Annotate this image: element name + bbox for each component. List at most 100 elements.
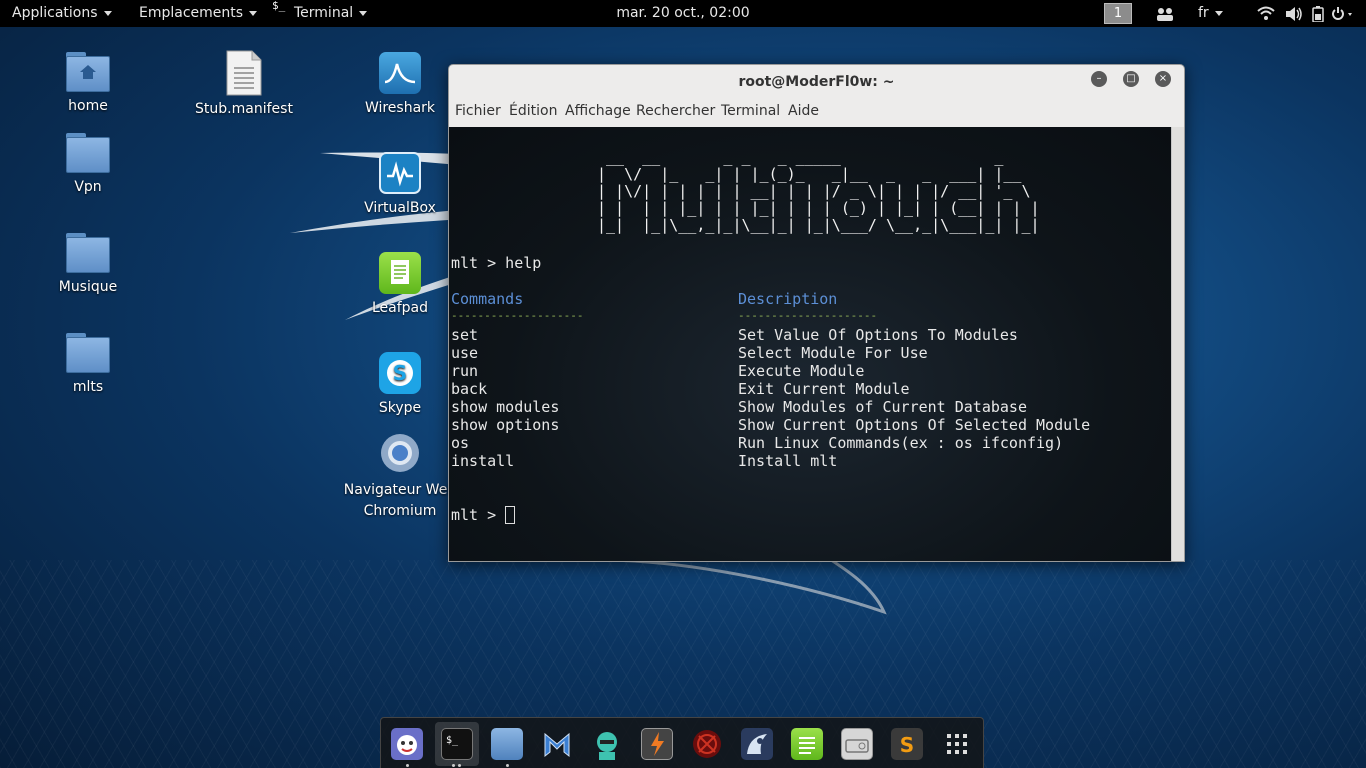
command-name: back — [451, 380, 488, 398]
desktop-icon-vpn[interactable]: Vpn — [23, 133, 153, 198]
terminal-scrollbar[interactable] — [1171, 127, 1184, 561]
menu-fichier[interactable]: Fichier — [455, 103, 501, 119]
prompt-help: mlt > help — [451, 254, 542, 272]
chevron-down-icon — [103, 10, 112, 16]
battery-icon[interactable] — [1312, 6, 1326, 22]
desktop-icon-virtualbox[interactable]: VirtualBox — [335, 152, 465, 219]
menu-edition[interactable]: Édition — [509, 103, 557, 119]
top-panel: Applications Emplacements $_ Terminal mar… — [0, 0, 1366, 27]
maltego-icon[interactable] — [741, 728, 773, 760]
header-commands: Commands — [451, 290, 524, 308]
desktop-icon-label: Vpn — [74, 179, 102, 195]
virtualbox-icon — [379, 152, 421, 194]
desktop-icon-label-line1: Navigateur Web — [343, 482, 457, 498]
svg-text:S: S — [393, 361, 407, 385]
command-description: Run Linux Commands(ex : os ifconfig) — [738, 434, 1064, 452]
volume-icon[interactable] — [1285, 6, 1303, 22]
folder-icon — [66, 333, 110, 373]
desktop-icon-label: Stub.manifest — [195, 101, 293, 117]
workspace-indicator[interactable]: 1 — [1104, 3, 1132, 24]
svg-text:S: S — [900, 733, 914, 757]
command-description: Exit Current Module — [738, 380, 910, 398]
places-menu[interactable]: Emplacements — [139, 0, 258, 27]
wireshark-icon — [379, 52, 421, 94]
metasploit-icon[interactable] — [541, 728, 573, 760]
burpsuite-icon[interactable] — [641, 728, 673, 760]
leafpad-icon — [379, 252, 421, 294]
dashes-right: --------------------- — [738, 309, 878, 322]
desktop-icon-label: mlts — [72, 379, 104, 395]
faraday-icon[interactable] — [691, 728, 723, 760]
command-name: set — [451, 326, 479, 344]
clock[interactable]: mar. 20 oct., 02:00 — [616, 5, 749, 21]
maximize-button[interactable]: □ — [1123, 71, 1139, 87]
prompt-text: mlt > — [451, 506, 506, 524]
applications-label: Applications — [12, 5, 98, 21]
chevron-down-icon — [359, 10, 368, 16]
terminal-icon: $_ — [272, 0, 286, 12]
banner-line: __ __ _ _ _ _____ _ — [597, 148, 1049, 166]
desktop-icon-label: home — [68, 98, 108, 114]
chevron-down-icon — [1214, 10, 1223, 16]
close-button[interactable]: × — [1155, 71, 1171, 87]
desktop-icon-stub-manifest[interactable]: Stub.manifest — [179, 50, 309, 120]
command-name: show modules — [451, 398, 560, 416]
command-description: Execute Module — [738, 362, 865, 380]
desktop-icon-home[interactable]: home — [23, 52, 153, 117]
running-indicator — [406, 764, 409, 767]
desktop-icon-wireshark[interactable]: Wireshark — [335, 52, 465, 119]
language-selector[interactable]: fr — [1198, 0, 1223, 27]
wifi-icon[interactable] — [1257, 6, 1275, 22]
files-icon[interactable] — [491, 728, 523, 760]
desktop-icon-leafpad[interactable]: Leafpad — [335, 252, 465, 319]
armitage-icon[interactable] — [591, 728, 623, 760]
desktop-icon-label: Navigateur Web Chromium — [335, 480, 465, 522]
command-description: Select Module For Use — [738, 344, 928, 362]
desktop-icon-label-line2: Chromium — [363, 503, 437, 519]
terminal-output[interactable]: __ __ _ _ _ _____ _ | \/ |_ _| | |_(_)_ … — [449, 127, 1171, 561]
power-menu-icon[interactable] — [1332, 6, 1356, 22]
folder-icon — [66, 133, 110, 173]
command-name: use — [451, 344, 479, 362]
menu-rechercher[interactable]: Rechercher — [636, 103, 715, 119]
desktop-icon-chromium[interactable]: Navigateur Web Chromium — [335, 432, 465, 522]
ascii-banner: __ __ _ _ _ _____ _ | \/ |_ _| | |_(_)_ … — [597, 149, 1049, 234]
language-label: fr — [1198, 5, 1209, 21]
desktop-icon-skype[interactable]: S Skype — [335, 352, 465, 419]
desktop-icon-label: VirtualBox — [364, 200, 436, 216]
terminal-window: root@ModerFl0w: ~ – □ × Fichier Édition … — [448, 64, 1185, 562]
terminal-icon[interactable]: $_ — [441, 728, 473, 760]
command-description: Install mlt — [738, 452, 838, 470]
people-icon[interactable] — [1155, 6, 1175, 22]
window-title[interactable]: root@ModerFl0w: ~ — [449, 65, 1184, 99]
applications-menu[interactable]: Applications — [12, 0, 112, 27]
running-indicator — [506, 764, 509, 767]
skype-icon: S — [379, 352, 421, 394]
desktop-icon-musique[interactable]: Musique — [23, 233, 153, 298]
chevron-down-icon — [249, 10, 258, 16]
text-file-icon — [226, 50, 262, 96]
desktop-icon-label: Musique — [58, 279, 118, 295]
desktop-icon-mlts[interactable]: mlts — [23, 333, 153, 398]
menu-affichage[interactable]: Affichage — [565, 103, 631, 119]
keyboard-icon[interactable] — [841, 728, 873, 760]
command-name: run — [451, 362, 479, 380]
minimize-button[interactable]: – — [1091, 71, 1107, 87]
chromium-icon — [379, 432, 421, 474]
banner-line: | |\/| | | | | | __| | | |/ _ \| | | |/ … — [597, 182, 1040, 200]
terminal-app-menu[interactable]: $_ Terminal — [272, 0, 368, 27]
cherrytree-icon[interactable] — [391, 728, 423, 760]
app-grid-icon[interactable] — [941, 728, 973, 760]
desktop-icon-label: Skype — [378, 400, 422, 416]
dashes-left: -------------------- — [451, 309, 584, 322]
menu-aide[interactable]: Aide — [788, 103, 819, 119]
desktop-icon-label: Wireshark — [364, 100, 436, 116]
terminal-app-label: Terminal — [294, 5, 354, 21]
header-description: Description — [738, 290, 838, 308]
text-cursor — [505, 506, 516, 524]
leafpad-icon[interactable] — [791, 728, 823, 760]
menu-terminal[interactable]: Terminal — [721, 103, 780, 119]
command-description: Show Modules of Current Database — [738, 398, 1027, 416]
prompt-line[interactable]: mlt > — [451, 506, 516, 524]
sublime-icon[interactable]: S — [891, 728, 923, 760]
